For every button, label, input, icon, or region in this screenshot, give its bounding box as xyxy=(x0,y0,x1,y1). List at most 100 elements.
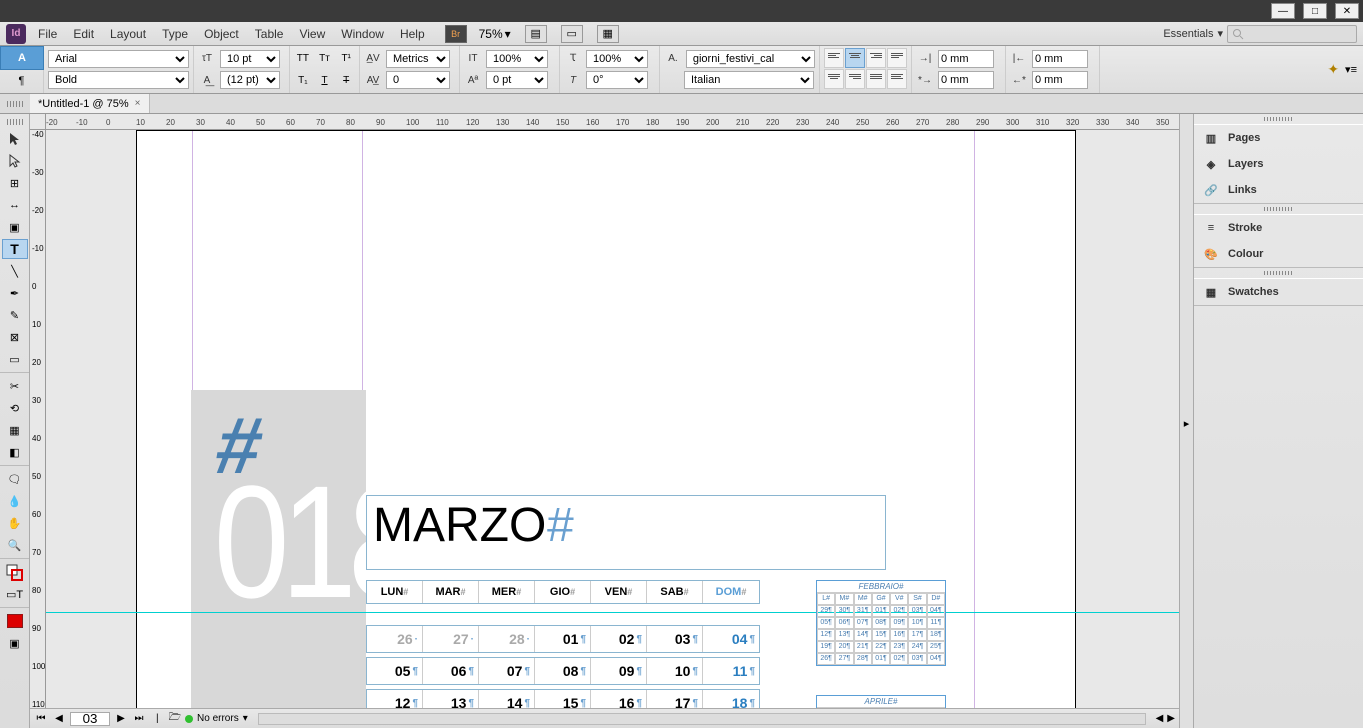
apply-color-icon[interactable] xyxy=(2,611,28,631)
open-button[interactable]: 🗁 xyxy=(169,710,181,727)
last-page-icon[interactable]: ⏭ xyxy=(132,713,146,724)
menu-window[interactable]: Window xyxy=(333,24,392,44)
smallcaps-icon[interactable]: Tᴛ xyxy=(316,50,334,68)
para-format-mode[interactable]: ¶ xyxy=(0,70,44,93)
vscale-select[interactable]: 100% xyxy=(486,50,548,68)
kerning-select[interactable]: Metrics xyxy=(386,50,450,68)
menu-type[interactable]: Type xyxy=(154,24,196,44)
superscript-icon[interactable]: T¹ xyxy=(337,50,355,68)
preflight-status-icon[interactable] xyxy=(185,715,193,723)
align-right-icon[interactable] xyxy=(866,48,886,68)
panel-colour[interactable]: 🎨Colour xyxy=(1194,241,1363,267)
indent-lastline-input[interactable] xyxy=(1032,71,1088,89)
eyedropper-tool-icon[interactable]: 💧 xyxy=(2,491,28,511)
arrange-docs-icon[interactable]: ▦ xyxy=(597,25,619,43)
view-options-icon[interactable]: ▤ xyxy=(525,25,547,43)
weekday-header-row[interactable]: LUN#MAR#MER#GIO#VEN#SAB#DOM# xyxy=(366,580,760,604)
mini-calendar-prev[interactable]: FEBBRAIO#L#M#M#G#V#S#D#29¶30¶31¶01¶02¶03… xyxy=(816,580,946,666)
gap-tool-icon[interactable]: ↔ xyxy=(2,195,28,215)
calendar-row[interactable]: 05¶06¶07¶08¶09¶10¶11¶ xyxy=(366,657,760,685)
panel-pages[interactable]: ▥Pages xyxy=(1194,125,1363,151)
gradient-swatch-tool-icon[interactable]: ▦ xyxy=(2,420,28,440)
strikethrough-icon[interactable]: T xyxy=(337,71,355,89)
underline-icon[interactable]: T xyxy=(316,71,334,89)
panel-links[interactable]: 🔗Links xyxy=(1194,177,1363,203)
workspace-switcher[interactable]: Essentials xyxy=(1163,28,1213,40)
font-family-select[interactable]: Arial xyxy=(48,50,189,68)
selection-tool-icon[interactable] xyxy=(2,129,28,149)
skew-select[interactable]: 0° xyxy=(586,71,648,89)
scroll-right-icon[interactable]: ▶ xyxy=(1167,713,1175,724)
font-size-select[interactable]: 10 pt xyxy=(220,50,280,68)
screen-mode-icon[interactable]: ▭ xyxy=(561,25,583,43)
scroll-left-icon[interactable]: ◀ xyxy=(1156,713,1164,724)
view-mode-icon[interactable]: ▣ xyxy=(2,633,28,653)
rectangle-tool-icon[interactable]: ▭ xyxy=(2,349,28,369)
menu-edit[interactable]: Edit xyxy=(65,24,102,44)
direct-selection-tool-icon[interactable] xyxy=(2,151,28,171)
hand-tool-icon[interactable]: ✋ xyxy=(2,513,28,533)
search-input[interactable] xyxy=(1227,25,1357,43)
indent-right-input[interactable] xyxy=(1032,50,1088,68)
font-style-select[interactable]: Bold xyxy=(48,71,189,89)
page-number-input[interactable] xyxy=(70,712,110,726)
char-style-select[interactable]: giorni_festivi_cal xyxy=(686,50,815,68)
char-format-mode[interactable]: A xyxy=(0,46,44,70)
leading-select[interactable]: (12 pt) xyxy=(220,71,280,89)
tracking-select[interactable]: 0 xyxy=(386,71,450,89)
menu-object[interactable]: Object xyxy=(196,24,247,44)
formatting-container-icon[interactable]: ▭T xyxy=(2,584,28,604)
menu-table[interactable]: Table xyxy=(247,24,292,44)
menu-file[interactable]: File xyxy=(30,24,65,44)
justify-all-icon[interactable] xyxy=(866,69,886,89)
type-tool-icon[interactable]: T xyxy=(2,239,28,259)
calendar-row[interactable]: 12¶13¶14¶15¶16¶17¶18¶ xyxy=(366,689,760,708)
preflight-status-text[interactable]: No errors xyxy=(197,713,239,724)
zoom-tool-icon[interactable]: 🔍 xyxy=(2,535,28,555)
panel-swatches[interactable]: ▦Swatches xyxy=(1194,279,1363,305)
allcaps-icon[interactable]: TT xyxy=(294,50,312,68)
rectangle-frame-tool-icon[interactable]: ⊠ xyxy=(2,327,28,347)
calendar-row[interactable]: 26·27·28·01¶02¶03¶04¶ xyxy=(366,625,760,653)
panel-layers[interactable]: ◈Layers xyxy=(1194,151,1363,177)
fill-stroke-icon[interactable] xyxy=(2,562,28,582)
document-tab[interactable]: *Untitled-1 @ 75%× xyxy=(30,94,150,113)
prev-page-icon[interactable]: ◀ xyxy=(52,713,66,724)
hscale-select[interactable]: 100% xyxy=(586,50,648,68)
pencil-tool-icon[interactable]: ✎ xyxy=(2,305,28,325)
note-tool-icon[interactable]: 🗨 xyxy=(2,469,28,489)
bridge-button[interactable]: Br xyxy=(445,25,467,43)
menu-view[interactable]: View xyxy=(291,24,333,44)
panel-menu-icon[interactable]: ▾≡ xyxy=(1345,63,1357,76)
horizontal-scrollbar[interactable] xyxy=(258,713,1146,725)
subscript-icon[interactable]: T₁ xyxy=(294,71,312,89)
mini-calendar-next[interactable]: APRILE#L#M#M#G#V#S#D# xyxy=(816,695,946,708)
next-page-icon[interactable]: ▶ xyxy=(114,713,128,724)
menu-help[interactable]: Help xyxy=(392,24,433,44)
first-page-icon[interactable]: ⏮ xyxy=(34,713,48,724)
justify-left-icon[interactable] xyxy=(887,48,907,68)
collapse-panels-icon[interactable]: ▸ xyxy=(1179,114,1193,728)
quick-apply-icon[interactable]: ✦ xyxy=(1327,61,1339,78)
zoom-dropdown[interactable]: 75%▾ xyxy=(479,27,511,41)
align-center-icon[interactable] xyxy=(845,48,865,68)
document-canvas[interactable]: 018 # MARZO# LUN#MAR#MER#GIO#VEN#SAB#DOM… xyxy=(46,130,1179,708)
month-title-frame[interactable]: MARZO# xyxy=(366,495,886,570)
justify-right-icon[interactable] xyxy=(845,69,865,89)
line-tool-icon[interactable]: ╲ xyxy=(2,261,28,281)
language-select[interactable]: Italian xyxy=(684,71,814,89)
close-tab-icon[interactable]: × xyxy=(135,98,141,109)
transform-tool-icon[interactable]: ⟲ xyxy=(2,398,28,418)
window-close[interactable]: ✕ xyxy=(1335,3,1359,19)
menu-layout[interactable]: Layout xyxy=(102,24,154,44)
content-collector-icon[interactable]: ▣ xyxy=(2,217,28,237)
dock-grip-icon[interactable] xyxy=(0,94,30,113)
pen-tool-icon[interactable]: ✒ xyxy=(2,283,28,303)
window-minimize[interactable]: — xyxy=(1271,3,1295,19)
align-left-icon[interactable] xyxy=(824,48,844,68)
align-spine-icon[interactable] xyxy=(887,69,907,89)
page-tool-icon[interactable]: ⊞ xyxy=(2,173,28,193)
indent-firstline-input[interactable] xyxy=(938,71,994,89)
window-maximize[interactable]: □ xyxy=(1303,3,1327,19)
panel-stroke[interactable]: ≡Stroke xyxy=(1194,215,1363,241)
